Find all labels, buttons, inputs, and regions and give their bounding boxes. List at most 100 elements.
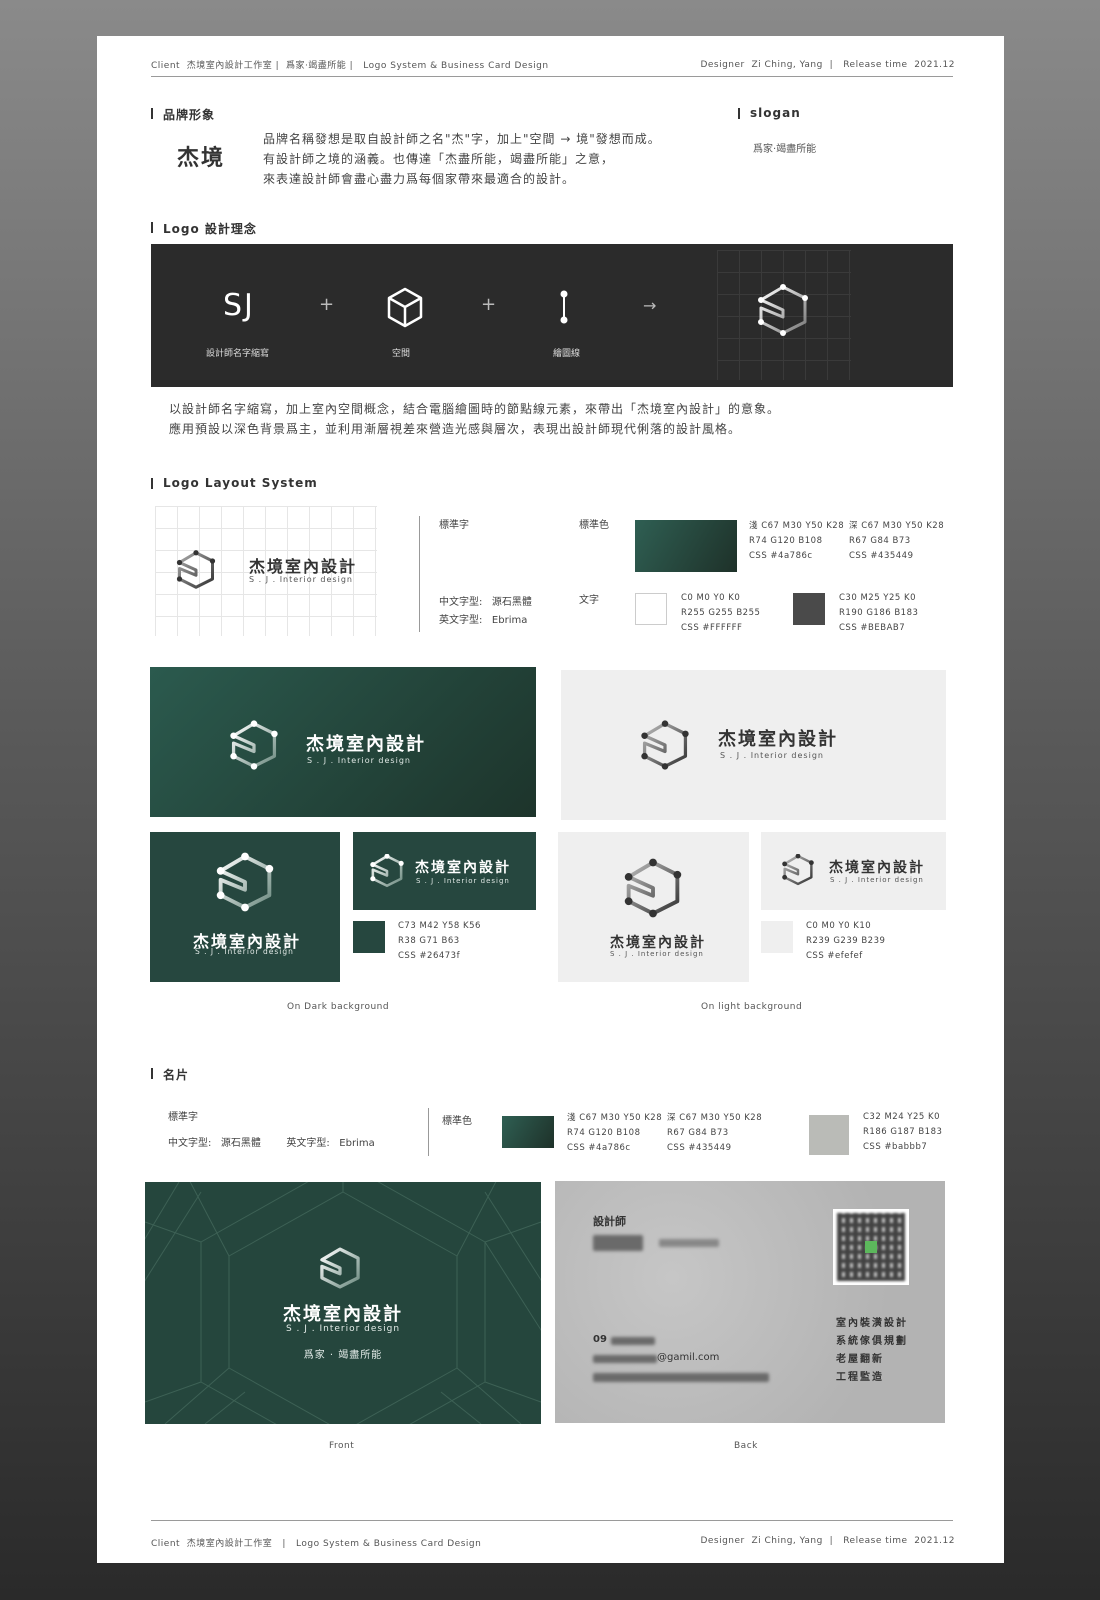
en-font-label: 英文字型: [439, 615, 483, 626]
spec-line: CSS #FFFFFF [681, 623, 743, 633]
footer-client: Client 杰境室內設計工作室 | Logo System & Busines… [151, 1539, 482, 1549]
divider [419, 516, 420, 632]
logo-on-light-horizontal: 杰境室內設計 S . J . Interior design [761, 832, 946, 910]
dark-bg-swatch [353, 921, 385, 953]
concept-line: 應用預設以深色背景爲主，並利用漸層視差來營造光感與層次，表現出設計師現代俐落的設… [169, 422, 742, 436]
logo-on-dark-stacked: 杰境室內設計 S . J . Interior design [150, 832, 340, 982]
spec-line: R67 G84 B73 [667, 1128, 729, 1138]
logo-on-light-stacked: 杰境室內設計 S . J . Interior design [558, 832, 749, 982]
spec-line: C73 M42 Y58 K56 [398, 921, 481, 931]
std-color-label: 標準色 [579, 520, 609, 531]
spec-line: C0 M0 Y0 K0 [681, 593, 741, 603]
divider [428, 1108, 429, 1156]
en-font-value: Ebrima [491, 615, 528, 626]
grey-card-swatch [809, 1115, 849, 1155]
brand-line: 來表達設計師會盡心盡力爲每個家帶來最適合的設計。 [263, 172, 576, 186]
sj-logo-icon [370, 854, 404, 888]
color-spec-white: C0 M0 Y0 K0 R255 G255 B255 CSS #FFFFFF [681, 591, 760, 636]
color-spec-grey: C30 M25 Y25 K0 R190 G186 B183 CSS #BEBAB… [839, 591, 918, 636]
spec-line: CSS #435449 [849, 551, 914, 561]
client-name: 杰境室內設計工作室 [186, 1539, 273, 1549]
brand-line: 有設計師之境的涵義。也傳達「杰盡所能，竭盡所能」之意， [263, 152, 615, 166]
en-font-label: 英文字型: [286, 1138, 330, 1149]
designer-name: Zi Ching, Yang [751, 1536, 823, 1546]
service-item: 系統傢俱規劃 [836, 1336, 908, 1347]
qr-code[interactable] [833, 1209, 909, 1285]
header-client: Client 杰境室內設計工作室 | 爲家‧竭盡所能 | Logo System… [151, 61, 549, 71]
spec-line: R38 G71 B63 [398, 936, 460, 946]
logo-wordmark: 杰境室內設計 [306, 734, 426, 755]
logo-on-dark-large: 杰境室內設計 S . J . Interior design [150, 667, 536, 817]
spec-line: CSS #435449 [667, 1143, 732, 1153]
logo-on-dark-horizontal: 杰境室內設計 S . J . Interior design [353, 832, 536, 910]
card-std-font-label: 標準字 [168, 1112, 198, 1123]
dark-bg-spec: C73 M42 Y58 K56 R38 G71 B63 CSS #26473f [398, 919, 481, 964]
spec-line: C0 M0 Y0 K10 [806, 921, 872, 931]
sj-logo-icon [758, 284, 808, 336]
slogan-text: 爲家‧竭盡所能 [753, 144, 817, 155]
plus-sign: + [481, 294, 497, 315]
presentation-sheet: Client 杰境室內設計工作室 | 爲家‧竭盡所能 | Logo System… [97, 36, 1004, 1563]
cube-icon [387, 287, 423, 328]
plus-sign: + [319, 294, 335, 315]
spec-line: CSS #26473f [398, 951, 461, 961]
light-bg-swatch [761, 921, 793, 953]
service-item: 老屋翻新 [836, 1354, 884, 1365]
en-font-value: Ebrima [339, 1138, 375, 1149]
spec-line: R74 G120 B108 [567, 1128, 641, 1138]
brand-section-title: 品牌形象 [151, 106, 215, 123]
logo-wordmark: 杰境室內設計 [415, 860, 511, 876]
spec-line: R67 G84 B73 [849, 536, 911, 546]
card-front-name: 杰境室內設計 [283, 1304, 403, 1325]
business-card-back: 設計師 09 @gamil.com 室內裝潢設計 系統傢俱規劃 老屋翻新 工程監… [555, 1181, 945, 1423]
spec-line: R74 G120 B108 [749, 536, 823, 546]
arrow-sign: → [643, 296, 657, 315]
logo-subline: S . J . Interior design [195, 947, 294, 956]
redacted-address [593, 1373, 769, 1382]
business-card-front: 杰境室內設計 S . J . Interior design 爲家 · 竭盡所能 [145, 1182, 541, 1424]
logo-on-light-large: 杰境室內設計 S . J . Interior design [561, 670, 946, 820]
card-spec-dark: 深 C67 M30 Y50 K28 R67 G84 B73 CSS #43544… [667, 1111, 762, 1156]
color-spec-light: 淺 C67 M30 Y50 K28 R74 G120 B108 CSS #4a7… [749, 519, 844, 564]
card-spec-grey: C32 M24 Y25 K0 R186 G187 B183 CSS #babbb… [863, 1110, 942, 1155]
client-label: Client [151, 1539, 181, 1549]
logo-subline: S . J . Interior design [610, 950, 704, 958]
sj-logo-icon [230, 720, 278, 770]
service-item: 室內裝潢設計 [836, 1318, 908, 1329]
card-role: 設計師 [593, 1215, 626, 1228]
light-bg-spec: C0 M0 Y0 K10 R239 G239 B239 CSS #efefef [806, 919, 885, 964]
logo-wordmark: 杰境室內設計 [249, 557, 358, 576]
cn-font: 中文字型: 源石黑體 [439, 593, 532, 608]
card-services: 室內裝潢設計 系統傢俱規劃 老屋翻新 工程監造 [836, 1315, 908, 1387]
redacted-phone [611, 1337, 655, 1345]
footer-designer: Designer Zi Ching, Yang | Release time 2… [700, 1536, 955, 1546]
sj-logo-icon [782, 854, 814, 886]
logo-concept-panel: SJ 設計師名字縮寫 + 空間 + 繪圖線 → [151, 244, 953, 387]
logo-wordmark: 杰境室內設計 [718, 729, 838, 750]
card-front-slogan: 爲家 · 竭盡所能 [303, 1350, 383, 1361]
header-rule [151, 76, 953, 77]
spec-line: 深 C67 M30 Y50 K28 [849, 521, 945, 531]
dark-grey-swatch [793, 593, 825, 625]
std-font-label: 標準字 [439, 520, 469, 531]
header-designer: Designer Zi Ching, Yang | Release time 2… [700, 60, 955, 70]
en-font: 英文字型: Ebrima [439, 611, 527, 626]
sj-logo-icon [624, 858, 682, 918]
color-spec-dark: 深 C67 M30 Y50 K28 R67 G84 B73 CSS #43544… [849, 519, 944, 564]
footer-rule [151, 1520, 953, 1521]
client-label: Client [151, 61, 181, 71]
logo-wordmark: 杰境室內設計 [610, 935, 706, 951]
card-section-title: 名片 [151, 1066, 189, 1083]
sj-logo-icon [641, 720, 689, 770]
release-label: Release time [843, 60, 908, 70]
designer-label: Designer [700, 60, 745, 70]
spec-line: R239 G239 B239 [806, 936, 886, 946]
light-bg-caption: On light background [701, 1002, 803, 1012]
client-name: 杰境室內設計工作室 [186, 61, 273, 71]
concept-label-line: 繪圖線 [553, 349, 581, 359]
header-slogan: 爲家‧竭盡所能 [285, 61, 347, 71]
spec-line: CSS #4a786c [567, 1143, 631, 1153]
designer-label: Designer [700, 1536, 745, 1546]
sj-logo-icon [176, 550, 216, 589]
spec-line: 深 C67 M30 Y50 K28 [667, 1113, 763, 1123]
